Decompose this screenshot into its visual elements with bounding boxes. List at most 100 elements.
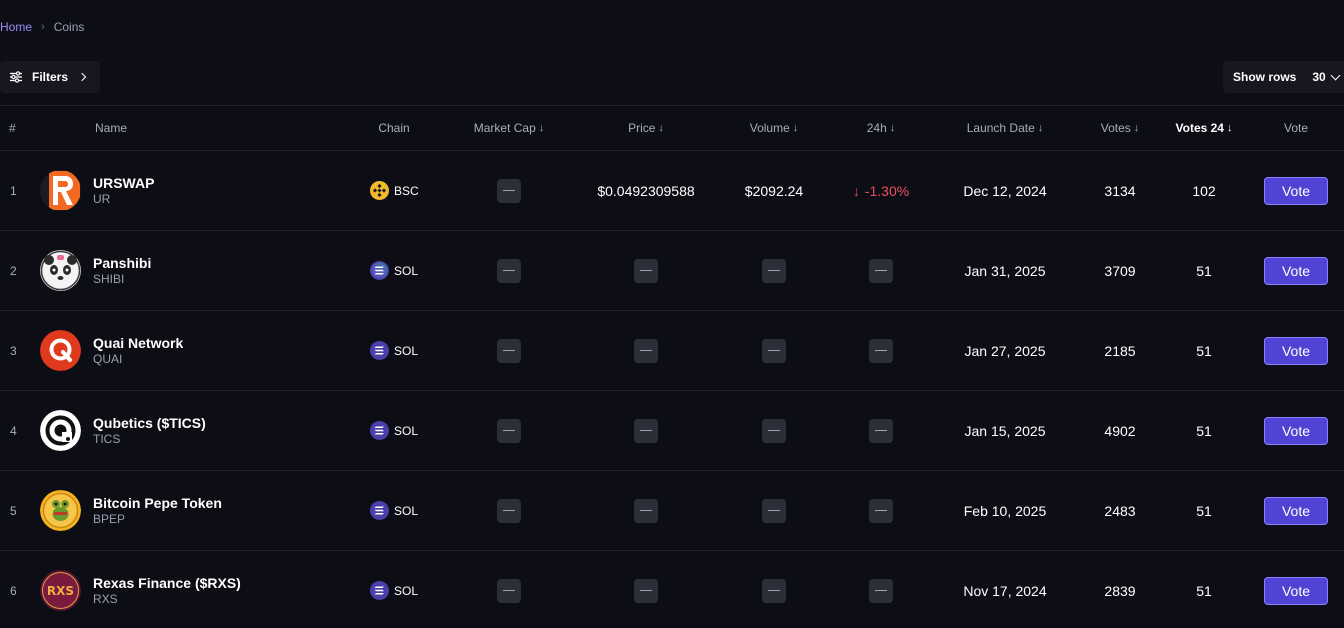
vote-button[interactable]: Vote [1264, 496, 1328, 525]
empty-value-placeholder [497, 578, 521, 603]
coin-name[interactable]: URSWAP [93, 175, 154, 192]
market-cap-cell [497, 471, 521, 550]
chevron-down-icon [1330, 70, 1341, 80]
market-cap-cell [497, 231, 521, 310]
market-cap-cell [497, 391, 521, 470]
rexas-logo-icon: RXS [40, 570, 81, 611]
coin-name[interactable]: Qubetics ($TICS) [93, 415, 206, 432]
votes24-cell: 102 [1192, 182, 1216, 199]
show-rows-select[interactable]: Show rows 30 [1223, 61, 1344, 93]
sort-arrow-icon: ↓ [1133, 122, 1140, 134]
change-24h-cell [869, 471, 893, 550]
table-row[interactable]: 6 RXS Rexas Finance ($RXS) RXS SOL Nov 1… [0, 551, 1344, 628]
chevron-right-icon: › [41, 21, 45, 33]
coin-symbol: UR [93, 192, 111, 206]
table-row[interactable]: 4 Qubetics ($TICS) TICS SOL Jan 15, 2025… [0, 391, 1344, 471]
empty-value-placeholder [497, 498, 521, 523]
market-cap-cell [497, 311, 521, 390]
col-24h-label: 24h [866, 121, 887, 135]
coin-name[interactable]: Quai Network [93, 335, 183, 352]
table-row[interactable]: 5 Bitcoin Pepe Token BPEP SOL Feb 10, 20… [0, 471, 1344, 551]
col-name-label: Name [95, 121, 128, 135]
solana-icon [370, 341, 389, 360]
svg-text:RXS: RXS [47, 584, 74, 598]
urswap-logo-icon [40, 170, 81, 211]
votes24-cell: 51 [1196, 262, 1212, 279]
breadcrumb-home-link[interactable]: Home [0, 20, 32, 34]
col-volume-label: Volume [749, 121, 790, 135]
table-row[interactable]: 2 Panshibi SHIBI SOL Jan 31, 2025 3709 5… [0, 231, 1344, 311]
coin-symbol: TICS [93, 432, 121, 446]
change-24h-cell [869, 231, 893, 310]
coin-name-block[interactable]: Rexas Finance ($RXS) RXS [93, 575, 241, 607]
votes24-cell: 51 [1196, 582, 1212, 599]
bsc-icon [370, 181, 389, 200]
launch-date-cell: Jan 15, 2025 [964, 422, 1046, 439]
vote-button[interactable]: Vote [1264, 256, 1328, 285]
vote-cell: Vote [1264, 151, 1328, 230]
col-votes24[interactable]: Votes 24 ↓ [1176, 106, 1233, 150]
empty-value-placeholder [762, 418, 786, 443]
col-market-cap-label: Market Cap [473, 121, 536, 135]
votes24-cell: 51 [1196, 502, 1212, 519]
col-rank-label: # [9, 121, 16, 135]
market-cap-cell [497, 551, 521, 628]
sliders-icon [10, 71, 22, 83]
coin-name[interactable]: Panshibi [93, 255, 151, 272]
coin-name-block[interactable]: Qubetics ($TICS) TICS [93, 415, 206, 447]
volume-cell [762, 471, 786, 550]
empty-value-placeholder [634, 258, 658, 283]
table-row[interactable]: 1 URSWAP UR BSC $0.0492309588 $2092.24 ↓… [0, 151, 1344, 231]
col-volume[interactable]: Volume ↓ [750, 106, 799, 150]
col-24h[interactable]: 24h ↓ [867, 106, 896, 150]
coin-name-block[interactable]: Quai Network QUAI [93, 335, 183, 367]
chain-cell: SOL [370, 551, 418, 628]
change-24h-cell [869, 311, 893, 390]
bitcoin-pepe-logo-icon [40, 490, 81, 531]
votes-cell: 2483 [1104, 502, 1136, 519]
coin-name-block[interactable]: Bitcoin Pepe Token BPEP [93, 495, 222, 527]
empty-value-placeholder [762, 258, 786, 283]
col-launch-date[interactable]: Launch Date ↓ [967, 106, 1044, 150]
col-votes-label: Votes [1100, 121, 1131, 135]
empty-value-placeholder [869, 578, 893, 603]
coin-name[interactable]: Rexas Finance ($RXS) [93, 575, 241, 592]
votes-cell: 2839 [1104, 582, 1136, 599]
vote-button[interactable]: Vote [1264, 576, 1328, 605]
chain-cell: SOL [370, 391, 418, 470]
vote-button[interactable]: Vote [1264, 336, 1328, 365]
filters-button[interactable]: Filters [0, 61, 100, 93]
launch-date-cell: Nov 17, 2024 [963, 582, 1047, 599]
table-header: # Name Chain Market Cap ↓ Price ↓ Volume ↓ … [0, 105, 1344, 151]
chain-cell: SOL [370, 311, 418, 390]
coin-name-block[interactable]: URSWAP UR [93, 175, 154, 207]
filters-label: Filters [32, 70, 69, 84]
vote-button[interactable]: Vote [1264, 416, 1328, 445]
panda-logo-icon [40, 250, 81, 291]
sort-arrow-icon: ↓ [1037, 122, 1044, 134]
rank-cell: 3 [10, 343, 17, 358]
vote-button[interactable]: Vote [1264, 176, 1328, 205]
change-24h-cell [869, 391, 893, 470]
solana-icon [370, 261, 389, 280]
col-votes[interactable]: Votes ↓ [1101, 106, 1140, 150]
empty-value-placeholder [869, 338, 893, 363]
empty-value-placeholder [634, 418, 658, 443]
empty-value-placeholder [497, 338, 521, 363]
col-price[interactable]: Price ↓ [628, 106, 664, 150]
coin-name[interactable]: Bitcoin Pepe Token [93, 495, 222, 512]
rank-cell: 6 [10, 583, 17, 598]
coin-symbol: BPEP [93, 512, 126, 526]
quai-logo-icon [40, 330, 81, 371]
empty-value-placeholder [762, 498, 786, 523]
volume-cell [762, 231, 786, 310]
empty-value-placeholder [869, 418, 893, 443]
chain-cell: SOL [370, 471, 418, 550]
col-market-cap[interactable]: Market Cap ↓ [474, 106, 545, 150]
col-launch-date-label: Launch Date [966, 121, 1035, 135]
votes-cell: 4902 [1104, 422, 1136, 439]
table-row[interactable]: 3 Quai Network QUAI SOL Jan 27, 2025 218… [0, 311, 1344, 391]
coin-name-block[interactable]: Panshibi SHIBI [93, 255, 151, 287]
chevron-right-icon [77, 72, 87, 82]
sort-arrow-icon: ↓ [538, 122, 545, 134]
